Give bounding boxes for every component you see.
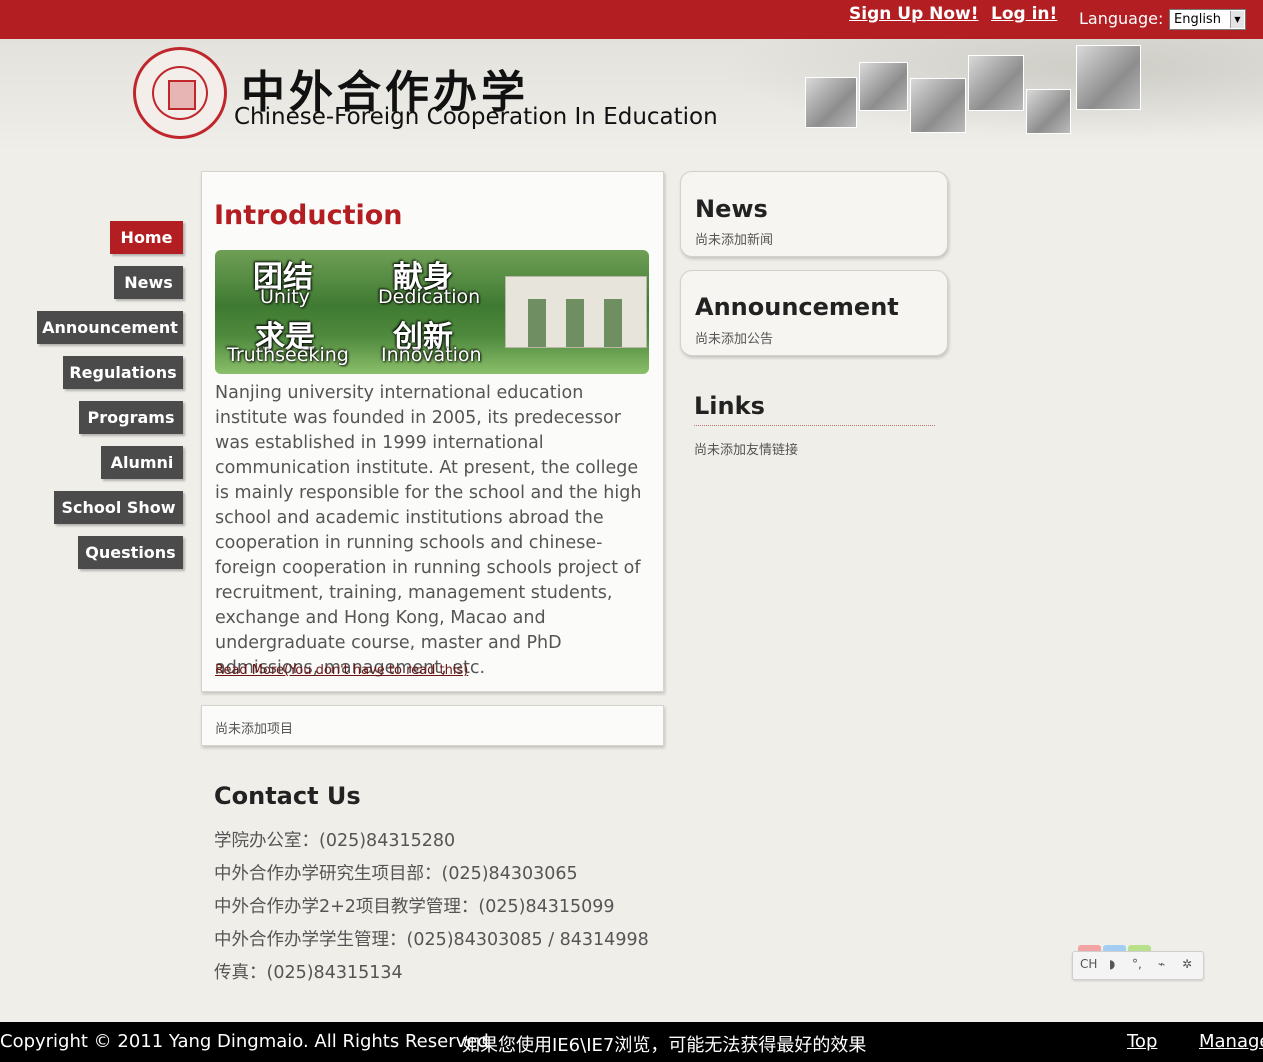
motto-en-unity: Unity	[260, 286, 310, 308]
campus-photo-1	[805, 77, 857, 128]
campus-gate-graphic	[505, 276, 647, 348]
projects-panel: 尚未添加项目	[201, 705, 664, 746]
links-empty-text: 尚未添加友情链接	[694, 443, 799, 458]
top-link[interactable]: Top	[1127, 1031, 1157, 1052]
language-select[interactable]: English ▼	[1169, 9, 1246, 30]
announcement-empty-text: 尚未添加公告	[695, 332, 774, 347]
gate-opening	[566, 299, 584, 347]
campus-photo-5	[1026, 89, 1071, 134]
campus-photo-3	[910, 78, 966, 133]
nav-alumni[interactable]: Alumni	[101, 446, 183, 479]
seal-inner-ring	[152, 66, 208, 120]
language-label: Language:	[1079, 9, 1164, 28]
introduction-text: Nanjing university international educati…	[215, 383, 642, 678]
motto-en-innovation: Innovation	[381, 344, 482, 366]
campus-photo-2	[859, 62, 908, 111]
links-title: Links	[694, 392, 765, 420]
news-box: News 尚未添加新闻	[680, 171, 948, 257]
widget-language-label[interactable]: CH	[1080, 957, 1097, 971]
browser-notice: 如果您使用IE6\IE7浏览，可能无法获得最好的效果	[462, 1035, 867, 1056]
motto-en-truthseeking: Truthseeking	[227, 344, 349, 366]
news-empty-text: 尚未添加新闻	[695, 233, 774, 248]
gate-opening	[604, 299, 622, 347]
contact-title: Contact Us	[214, 782, 361, 810]
campus-photo-4	[968, 55, 1024, 111]
announcement-box: Announcement 尚未添加公告	[680, 270, 948, 356]
nav-announcement[interactable]: Announcement	[37, 311, 183, 344]
widget-tab-green	[1128, 945, 1151, 951]
nav-school-show[interactable]: School Show	[54, 491, 183, 524]
copyright-text: Copyright © 2011 Yang Dingmaio. All Righ…	[0, 1031, 489, 1052]
login-link[interactable]: Log in!	[991, 4, 1057, 24]
contact-line-students: 中外合作办学学生管理：(025)84303085 / 84314998	[214, 930, 649, 950]
nav-home[interactable]: Home	[110, 221, 183, 254]
seal-emblem	[168, 80, 196, 110]
widget-tab-blue	[1103, 945, 1126, 951]
chevron-down-icon[interactable]: ▼	[1230, 11, 1244, 28]
read-more-link[interactable]: Read More(You don't have to read this)	[215, 663, 468, 678]
announcement-title[interactable]: Announcement	[695, 293, 899, 321]
top-bar: Sign Up Now! Log in! Language: English ▼	[0, 0, 1263, 39]
contact-line-teaching: 中外合作办学2+2项目教学管理：(025)84315099	[214, 897, 615, 917]
site-footer: Copyright © 2011 Yang Dingmaio. All Righ…	[0, 1022, 1263, 1062]
nav-news[interactable]: News	[114, 266, 183, 299]
input-method-widget[interactable]: CH ◗ °, ⌁ ✲	[1072, 945, 1204, 980]
moon-icon[interactable]: ◗	[1109, 957, 1115, 971]
university-seal-logo	[133, 47, 227, 139]
motto-en-dedication: Dedication	[378, 286, 481, 308]
campus-photo-6	[1076, 45, 1141, 110]
nav-regulations[interactable]: Regulations	[63, 356, 183, 389]
manage-link[interactable]: Manage	[1199, 1031, 1263, 1052]
gate-opening	[528, 299, 546, 347]
sign-up-link[interactable]: Sign Up Now!	[849, 4, 979, 24]
language-select-value: English	[1174, 12, 1221, 27]
soft-keyboard-icon[interactable]: ⌁	[1158, 957, 1165, 971]
projects-empty-text: 尚未添加项目	[215, 722, 294, 737]
news-title[interactable]: News	[695, 195, 768, 223]
contact-line-fax: 传真：(025)84315134	[214, 963, 403, 983]
gear-icon[interactable]: ✲	[1182, 957, 1192, 971]
introduction-title: Introduction	[214, 200, 403, 231]
nav-questions[interactable]: Questions	[78, 536, 183, 569]
punctuation-icon[interactable]: °,	[1132, 957, 1142, 971]
contact-line-graduate: 中外合作办学研究生项目部：(025)84303065	[214, 864, 578, 884]
links-divider	[694, 425, 935, 426]
motto-banner-image: 团结 Unity 献身 Dedication 求是 Truthseeking 创…	[215, 250, 649, 374]
nav-programs[interactable]: Programs	[79, 401, 183, 434]
contact-line-office: 学院办公室：(025)84315280	[214, 831, 456, 851]
site-title-en: Chinese-Foreign Cooperation In Education	[234, 104, 718, 130]
widget-tab-red	[1078, 945, 1101, 951]
